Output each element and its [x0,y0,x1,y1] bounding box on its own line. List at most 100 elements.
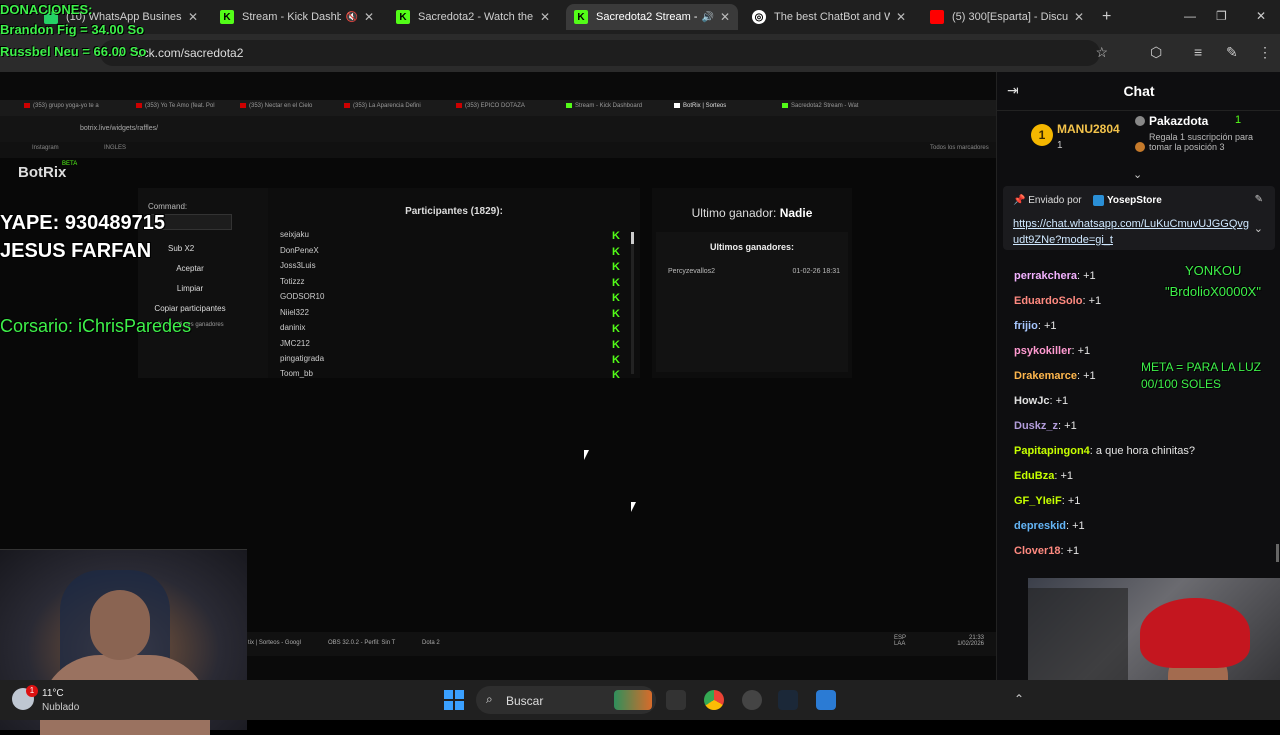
url-text: kick.com/sacredota2 [134,46,244,60]
chrome-icon[interactable] [704,690,724,710]
maximize-icon[interactable]: ❐ [1216,9,1227,23]
yape-overlay: YAPE: 930489715 [0,212,165,234]
weather-description: Nublado [42,702,80,713]
close-window-icon[interactable]: ✕ [1256,9,1266,23]
tab-youtube[interactable]: (5) 300[Esparta] - Discurs ✕ [922,4,1092,30]
chat-message: perrakchera: +1 [1014,270,1096,282]
participant-row: GODSOR10 K [280,292,620,304]
kick-icon: K [396,10,410,24]
donations-title: DONACIONES: [0,2,93,17]
chat-message: Duskz_z: +1 [1014,420,1077,432]
tab-label: Sacredota2 - Watch the VO [418,11,534,23]
tab-label: The best ChatBot and Wid [774,11,890,23]
new-tab-icon[interactable]: + [1102,8,1111,26]
bookmark-item: Instagram [32,145,59,151]
beta-badge: BETA [62,161,78,167]
close-tab-icon[interactable]: ✕ [1074,10,1084,24]
command-label: Command: [148,202,188,211]
inner-tray-clock: 21:33 1/02/2026 [957,635,984,647]
kick-icon: K [612,339,620,351]
chevron-down-icon[interactable]: ⌄ [1254,222,1263,235]
chat-message: psykokiller: +1 [1014,345,1091,357]
chat-message: depreskid: +1 [1014,520,1085,532]
rank-2-name[interactable]: Pakazdota [1149,114,1208,128]
botrix-logo: BotRix [18,164,67,181]
task-view-icon[interactable] [666,690,686,710]
donation-line: Russbel Neu = 66.00 So [0,44,147,59]
kick-icon: K [574,10,588,24]
steam-icon[interactable] [778,690,798,710]
media-icon[interactable]: ≡ [1194,44,1202,60]
leader-count: 1 [1057,140,1063,151]
pinned-user[interactable]: YosepStore [1107,195,1162,206]
tab-sacredota-watch[interactable]: K Sacredota2 - Watch the VO ✕ [388,4,558,30]
search-input[interactable]: ⌕ Buscar [476,686,656,714]
expand-icon[interactable]: ⌄ [1133,168,1142,181]
inner-tab: (353) Yo Te Amo (feat. Pol [136,103,215,109]
copy-participants-button: Copiar participantes [154,304,226,313]
profile-icon[interactable]: ✎ [1226,44,1238,61]
clear-button: Limpiar [176,284,204,293]
unpin-icon[interactable]: ✎ [1255,194,1263,205]
obs-icon[interactable] [742,690,762,710]
inner-address-bar: botrix.live/widgets/raffles/ [0,116,996,142]
inner-tab: Stream - Kick Dashboard [566,103,642,109]
participants-scrollbar [631,232,634,374]
inner-taskbar-item: OBS 32.0.2 - Perfil: Sin T [328,640,396,646]
winner-name: Percyzevallos2 [668,268,716,275]
gift-leaderboard: 1 MANU2804 1 Pakazdota 1 Regala 1 suscri… [997,110,1280,174]
bookmark-star-icon[interactable]: ☆ [1095,44,1108,61]
close-tab-icon[interactable]: ✕ [540,10,550,24]
close-tab-icon[interactable]: ✕ [896,10,906,24]
close-tab-icon[interactable]: ✕ [364,10,374,24]
chat-message: HowJc: +1 [1014,395,1069,407]
participant-row: DonPeneX K [280,246,620,258]
participant-row: pingatigrada K [280,354,620,366]
pinned-message: 📌 Enviado por YosepStore ✎ https://chat.… [1003,186,1275,250]
menu-icon[interactable]: ⋮ [1258,44,1272,61]
kick-icon: K [612,323,620,335]
tab-label: (5) 300[Esparta] - Discurs [952,11,1068,23]
tab-sacredota-stream[interactable]: K Sacredota2 Stream - W 🔊 ✕ [566,4,738,30]
participant-row: JMC212 K [280,339,620,351]
chat-scrollbar[interactable] [1276,544,1279,562]
inner-taskbar-item: tix | Sorteos - Googl [248,640,301,646]
close-tab-icon[interactable]: ✕ [188,10,198,24]
tab-kick-dashboard[interactable]: K Stream - Kick Dashboa 🔇 ✕ [212,4,382,30]
inner-tab: Sacredota2 Stream - Wat [782,103,858,109]
notification-badge: 1 [26,685,38,697]
url-input[interactable]: ⚙ kick.com/sacredota2 ☆ [100,40,1108,66]
participants-title: Participantes (1829): [405,206,503,217]
chat-message: Clover18: +1 [1014,545,1080,557]
sub-x2-toggle: Sub X2 [168,244,195,253]
minimize-icon[interactable]: — [1184,9,1196,23]
inner-taskbar-item: Dota 2 [422,640,440,646]
inner-tab: (353) La Aparencia Defini [344,103,421,109]
winners-heading: Ultimos ganadores: [709,242,794,252]
browser-tab-strip: (10) WhatsApp Business ✕ K Stream - Kick… [0,0,1280,34]
corsario-overlay: Corsario: iChrisParedes [0,316,192,336]
participant-row: Joss3Luis K [280,261,620,273]
pinned-link[interactable]: https://chat.whatsapp.com/LuKuCmuvUJGGQv… [1013,216,1249,248]
participants-panel: Participantes (1829): seixjaku K DonPeneX… [268,188,640,378]
chat-message: Drakemarce: +1 [1014,370,1096,382]
tray-chevron-icon[interactable]: ⌃ [1014,692,1024,706]
start-button[interactable] [444,690,464,710]
participant-row: Totizzz K [280,277,620,289]
gift-sub-hint[interactable]: Regala 1 suscripción para tomar la posic… [1149,132,1269,152]
notepad-icon[interactable] [816,690,836,710]
chat-message: GF_YIeiF: +1 [1014,495,1081,507]
muted-icon[interactable]: 🔇 [345,12,357,23]
audio-playing-icon[interactable]: 🔊 [701,12,713,23]
bookmark-item: Todos los marcadores [930,145,989,151]
chat-message: EduBza: +1 [1014,470,1074,482]
tab-chatbot[interactable]: ◎ The best ChatBot and Wid ✕ [744,4,914,30]
close-tab-icon[interactable]: ✕ [720,10,730,24]
leader-name[interactable]: MANU2804 [1057,122,1120,136]
kick-icon: K [612,308,620,320]
extensions-icon[interactable]: ⬡ [1150,44,1162,61]
donation-line: Brandon Fig = 34.00 So [0,22,145,37]
chat-message: frijio: +1 [1014,320,1057,332]
stream-video[interactable]: (353) grupo yoga-yo te a (353) Yo Te Amo… [0,2,996,735]
kick-icon: K [220,10,234,24]
